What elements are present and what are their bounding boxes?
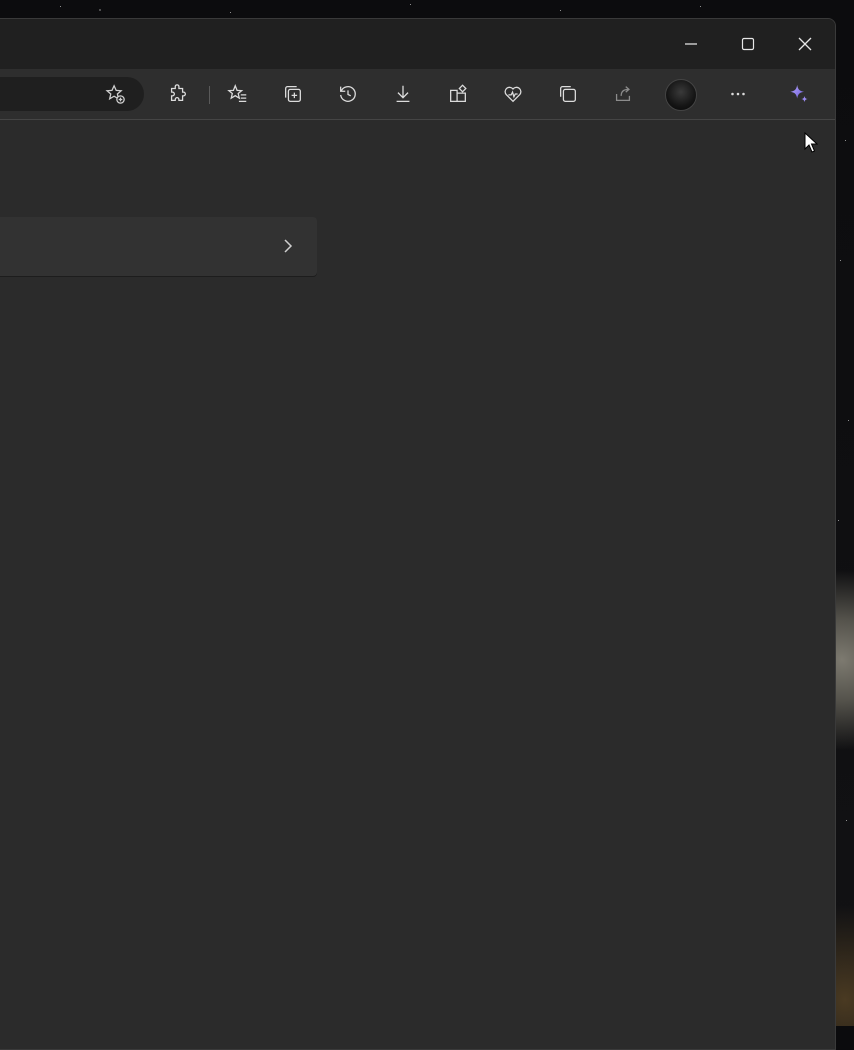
page-content xyxy=(0,120,835,1049)
settings-more-button[interactable] xyxy=(721,78,755,110)
screenshot-button[interactable] xyxy=(551,78,585,110)
add-favorite-button[interactable] xyxy=(98,78,132,110)
screenshot-icon xyxy=(560,86,576,102)
collections-icon xyxy=(285,86,301,102)
browser-toolbar xyxy=(0,69,835,120)
maximize-button[interactable] xyxy=(720,19,776,69)
download-icon xyxy=(396,85,410,102)
mouse-cursor-icon xyxy=(804,132,818,153)
settings-row[interactable] xyxy=(0,217,317,276)
extensions-button[interactable] xyxy=(161,78,195,110)
browser-essentials-button[interactable] xyxy=(496,78,530,110)
toolbar-separator xyxy=(209,86,210,104)
share-icon xyxy=(615,86,631,102)
address-bar[interactable] xyxy=(0,77,144,111)
chevron-right-icon xyxy=(277,235,299,257)
avatar[interactable] xyxy=(665,79,697,111)
heart-pulse-icon xyxy=(504,86,522,103)
title-bar xyxy=(0,19,835,69)
collections-button[interactable] xyxy=(276,78,310,110)
maximize-icon xyxy=(741,37,755,51)
more-icon xyxy=(731,92,745,96)
share-button[interactable] xyxy=(606,78,640,110)
star-list-icon xyxy=(227,84,247,102)
close-button[interactable] xyxy=(777,19,833,69)
copilot-sparkle-icon xyxy=(790,84,808,103)
puzzle-icon xyxy=(170,84,186,102)
apps-icon xyxy=(450,84,467,102)
favorites-button[interactable] xyxy=(221,78,255,110)
browser-window xyxy=(0,18,836,1050)
star-plus-icon xyxy=(105,84,125,104)
close-icon xyxy=(798,37,812,51)
history-icon xyxy=(340,85,356,102)
downloads-button[interactable] xyxy=(386,78,420,110)
minimize-icon xyxy=(685,43,697,45)
history-button[interactable] xyxy=(331,78,365,110)
minimize-button[interactable] xyxy=(663,19,719,69)
copilot-button[interactable] xyxy=(782,78,816,110)
apps-button[interactable] xyxy=(441,78,475,110)
